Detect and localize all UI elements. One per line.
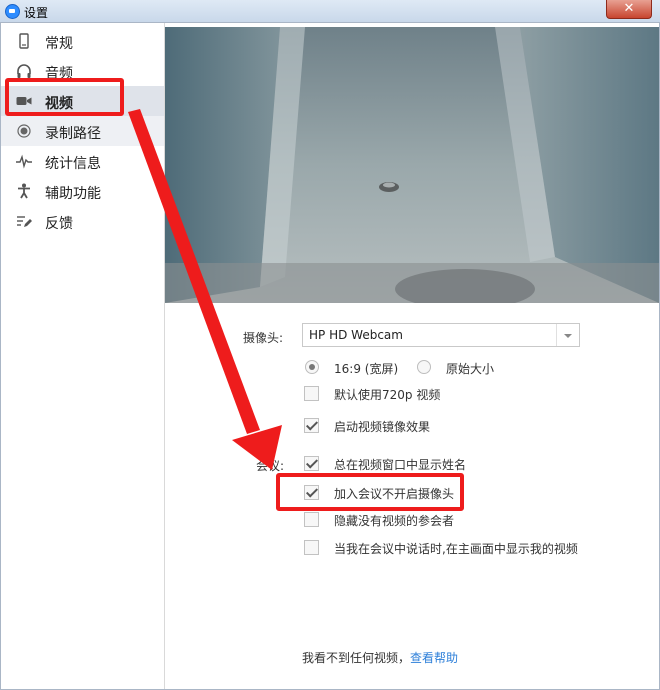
sidebar-item-label: 常规 — [45, 36, 73, 52]
sidebar-item-general[interactable]: 常规 — [1, 26, 164, 56]
annotation-highlight-camera-option — [276, 473, 464, 511]
close-button[interactable]: ✕ — [606, 0, 652, 19]
camera-select-value: HP HD Webcam — [309, 328, 403, 342]
sidebar: 常规 音频 视频 录制路径 统计信息 辅助功能 反馈 — [1, 23, 165, 689]
annotation-highlight-video-tab — [5, 78, 124, 116]
sidebar-item-label: 统计信息 — [45, 156, 101, 172]
hd-video-label: 默认使用720p 视频 — [334, 388, 441, 402]
window-title: 设置 — [24, 6, 49, 20]
camera-feed-image — [165, 27, 659, 303]
camera-select[interactable]: HP HD Webcam — [302, 323, 580, 347]
aspect-original-radio[interactable] — [417, 360, 431, 374]
aspect-widescreen-radio[interactable] — [305, 360, 319, 374]
meeting-label: 会议: — [256, 459, 285, 473]
aspect-original-label: 原始大小 — [446, 362, 495, 376]
sidebar-item-label: 录制路径 — [45, 126, 101, 142]
pulse-icon — [16, 154, 32, 169]
mirror-video-label: 启动视频镜像效果 — [334, 420, 431, 434]
no-video-text: 我看不到任何视频， — [302, 651, 411, 665]
view-help-link[interactable]: 查看帮助 — [410, 651, 458, 665]
no-video-help-text: 我看不到任何视频，查看帮助 — [302, 649, 458, 666]
app-logo-icon — [5, 4, 20, 19]
spotlight-my-video-label: 当我在会议中说话时,在主画面中显示我的视频 — [334, 542, 578, 556]
spotlight-my-video-checkbox[interactable] — [304, 540, 319, 555]
title-bar: 设置 ✕ — [0, 0, 660, 23]
feedback-icon — [17, 216, 32, 227]
show-names-checkbox[interactable] — [304, 456, 319, 471]
hd-video-checkbox[interactable] — [304, 386, 319, 401]
sidebar-item-feedback[interactable]: 反馈 — [1, 206, 164, 236]
hide-no-video-checkbox[interactable] — [304, 512, 319, 527]
record-icon — [17, 124, 31, 138]
settings-window: 常规 音频 视频 录制路径 统计信息 辅助功能 反馈 — [0, 22, 660, 690]
phone-icon — [19, 33, 29, 49]
accessibility-icon — [18, 183, 30, 199]
sidebar-item-label: 辅助功能 — [45, 186, 101, 202]
video-preview — [165, 27, 659, 303]
chevron-down-icon[interactable] — [556, 324, 579, 346]
sidebar-item-recording[interactable]: 录制路径 — [1, 116, 164, 146]
hide-no-video-label: 隐藏没有视频的参会者 — [334, 514, 455, 528]
camera-label: 摄像头: — [243, 331, 284, 345]
sidebar-item-label: 反馈 — [45, 216, 73, 232]
aspect-widescreen-label: 16:9 (宽屏) — [334, 362, 399, 376]
headphones-icon — [17, 64, 31, 78]
mirror-video-checkbox[interactable] — [304, 418, 319, 433]
sidebar-item-accessibility[interactable]: 辅助功能 — [1, 176, 164, 206]
sidebar-item-statistics[interactable]: 统计信息 — [1, 146, 164, 176]
show-names-label: 总在视频窗口中显示姓名 — [334, 458, 467, 472]
